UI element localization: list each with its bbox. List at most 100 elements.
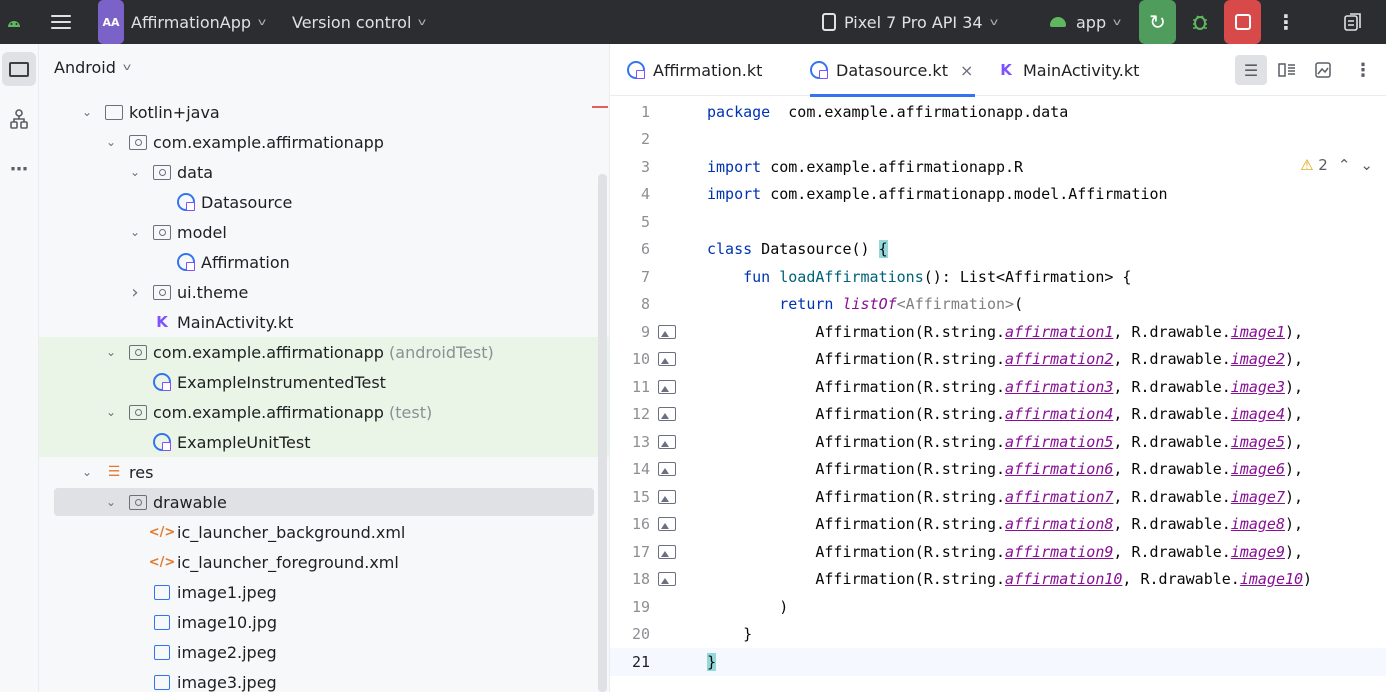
split-view-button[interactable]: [1271, 55, 1303, 85]
image-preview-icon[interactable]: [658, 517, 676, 532]
tree-item[interactable]: ⌄ model: [39, 217, 609, 247]
android-icon[interactable]: [4, 0, 24, 44]
package-icon: [129, 344, 147, 360]
package-icon: [153, 224, 171, 240]
tree-item[interactable]: </> ic_launcher_background.xml: [39, 517, 609, 547]
code-text: Affirmation(R.string.affirmation7, R.dra…: [707, 487, 1304, 506]
code-area[interactable]: 1 package com.example.affirmationapp.data…: [610, 96, 1386, 692]
tree-item[interactable]: ⌄ com.example.affirmationapp (test): [39, 397, 609, 427]
image-preview-icon[interactable]: [658, 544, 676, 559]
code-line[interactable]: 9 Affirmation(R.string.affirmation1, R.d…: [610, 318, 1386, 346]
chevron-down-icon[interactable]: ⌄: [105, 345, 117, 359]
editor-tab[interactable]: K MainActivity.kt: [997, 44, 1141, 96]
tree-item[interactable]: image3.jpeg: [39, 667, 609, 692]
tree-item[interactable]: ⌄ kotlin+java: [39, 97, 609, 127]
rerun-button[interactable]: ↻: [1139, 0, 1176, 44]
code-line[interactable]: 7 fun loadAffirmations(): List<Affirmati…: [610, 263, 1386, 291]
tree-item[interactable]: ExampleInstrumentedTest: [39, 367, 609, 397]
more-tools-icon[interactable]: ⋯: [2, 152, 36, 186]
tree-item[interactable]: Datasource: [39, 187, 609, 217]
line-number: 11: [631, 377, 650, 396]
tree-item-label: ui.theme: [177, 282, 249, 302]
image-preview-icon[interactable]: [658, 462, 676, 477]
code-line[interactable]: 20 }: [610, 621, 1386, 649]
chevron-down-icon[interactable]: ⌄: [81, 465, 93, 479]
code-text: Affirmation(R.string.affirmation10, R.dr…: [707, 570, 1313, 589]
chevron-down-icon[interactable]: ⌄: [105, 495, 117, 509]
device-selector[interactable]: Pixel 7 Pro API 34 v: [822, 0, 998, 44]
more-icon[interactable]: ⋮: [1276, 0, 1296, 44]
editor-tab[interactable]: Affirmation.kt: [627, 44, 764, 96]
code-line[interactable]: 3 import com.example.affirmationapp.R: [610, 153, 1386, 181]
code-line[interactable]: 17 Affirmation(R.string.affirmation9, R.…: [610, 538, 1386, 566]
code-line[interactable]: 16 Affirmation(R.string.affirmation8, R.…: [610, 511, 1386, 539]
code-line[interactable]: 13 Affirmation(R.string.affirmation5, R.…: [610, 428, 1386, 456]
next-highlight-icon[interactable]: ⌄: [1360, 156, 1373, 174]
tree-item-label: data: [177, 162, 214, 182]
project-view-selector[interactable]: Android v: [54, 58, 131, 77]
code-line[interactable]: 15 Affirmation(R.string.affirmation7, R.…: [610, 483, 1386, 511]
image-preview-icon[interactable]: [658, 352, 676, 367]
chevron-right-icon[interactable]: ›: [129, 282, 141, 303]
code-line[interactable]: 14 Affirmation(R.string.affirmation6, R.…: [610, 456, 1386, 484]
code-line[interactable]: 19 ): [610, 593, 1386, 621]
code-line[interactable]: 21}: [610, 648, 1386, 676]
code-line[interactable]: 8 return listOf<Affirmation>(: [610, 291, 1386, 319]
project-tool-button[interactable]: [2, 52, 36, 86]
code-line[interactable]: 10 Affirmation(R.string.affirmation2, R.…: [610, 346, 1386, 374]
assistant-icon[interactable]: [1336, 0, 1370, 44]
code-line[interactable]: 18 Affirmation(R.string.affirmation10, R…: [610, 566, 1386, 594]
close-icon[interactable]: ×: [960, 61, 973, 80]
chevron-down-icon[interactable]: ⌄: [105, 135, 117, 149]
code-line[interactable]: 2: [610, 126, 1386, 154]
project-selector[interactable]: AffirmationApp v: [131, 0, 266, 44]
tree-item[interactable]: ⌄ com.example.affirmationapp: [39, 127, 609, 157]
tree-item-label: image2.jpeg: [177, 642, 277, 662]
design-view-button[interactable]: [1307, 55, 1339, 85]
editor-more-icon[interactable]: ⋮: [1351, 55, 1375, 85]
tree-item[interactable]: K MainActivity.kt: [39, 307, 609, 337]
tree-item[interactable]: Affirmation: [39, 247, 609, 277]
kotlin-file-icon: K: [156, 313, 168, 331]
stop-button[interactable]: [1224, 0, 1261, 44]
tree-item[interactable]: ⌄ drawable: [39, 487, 609, 517]
code-line[interactable]: 4 import com.example.affirmationapp.model…: [610, 181, 1386, 209]
chevron-down-icon[interactable]: ⌄: [129, 165, 141, 179]
debug-button[interactable]: [1186, 0, 1214, 44]
project-badge[interactable]: AA: [98, 0, 124, 44]
code-line[interactable]: 5: [610, 208, 1386, 236]
editor-tab[interactable]: Datasource.kt ×: [810, 44, 976, 97]
version-control-menu[interactable]: Version control v: [292, 0, 426, 44]
tree-item[interactable]: ⌄ com.example.affirmationapp (androidTest…: [39, 337, 609, 367]
image-preview-icon[interactable]: [658, 324, 676, 339]
chevron-down-icon[interactable]: ⌄: [105, 405, 117, 419]
structure-tool-button[interactable]: [2, 102, 36, 136]
tree-item[interactable]: › ui.theme: [39, 277, 609, 307]
code-line[interactable]: 1 package com.example.affirmationapp.data: [610, 98, 1386, 126]
tree-item[interactable]: </> ic_launcher_foreground.xml: [39, 547, 609, 577]
tree-item[interactable]: ExampleUnitTest: [39, 427, 609, 457]
image-preview-icon[interactable]: [658, 572, 676, 587]
image-preview-icon[interactable]: [658, 379, 676, 394]
code-line[interactable]: 12 Affirmation(R.string.affirmation4, R.…: [610, 401, 1386, 429]
code-line[interactable]: 11 Affirmation(R.string.affirmation3, R.…: [610, 373, 1386, 401]
tree-item[interactable]: image1.jpeg: [39, 577, 609, 607]
image-preview-icon[interactable]: [658, 434, 676, 449]
hamburger-icon[interactable]: [48, 0, 74, 44]
image-preview-icon[interactable]: [658, 489, 676, 504]
line-number: 18: [631, 570, 650, 589]
code-line[interactable]: 6 class Datasource() {: [610, 236, 1386, 264]
project-scrollbar[interactable]: [598, 174, 607, 692]
tree-item[interactable]: image2.jpeg: [39, 637, 609, 667]
tree-item[interactable]: ⌄ data: [39, 157, 609, 187]
image-preview-icon[interactable]: [658, 407, 676, 422]
chevron-down-icon[interactable]: ⌄: [81, 105, 93, 119]
tree-item[interactable]: image10.jpg: [39, 607, 609, 637]
code-view-button[interactable]: ☰: [1235, 55, 1267, 85]
chevron-down-icon[interactable]: ⌄: [129, 225, 141, 239]
previous-highlight-icon[interactable]: ⌃: [1338, 156, 1351, 174]
tree-item[interactable]: ⌄ ☰ res: [39, 457, 609, 487]
stop-icon: [1234, 14, 1251, 30]
inspection-widget[interactable]: ⚠ 2 ⌃ ⌄: [1300, 156, 1373, 174]
run-config-selector[interactable]: app v: [1050, 0, 1121, 44]
